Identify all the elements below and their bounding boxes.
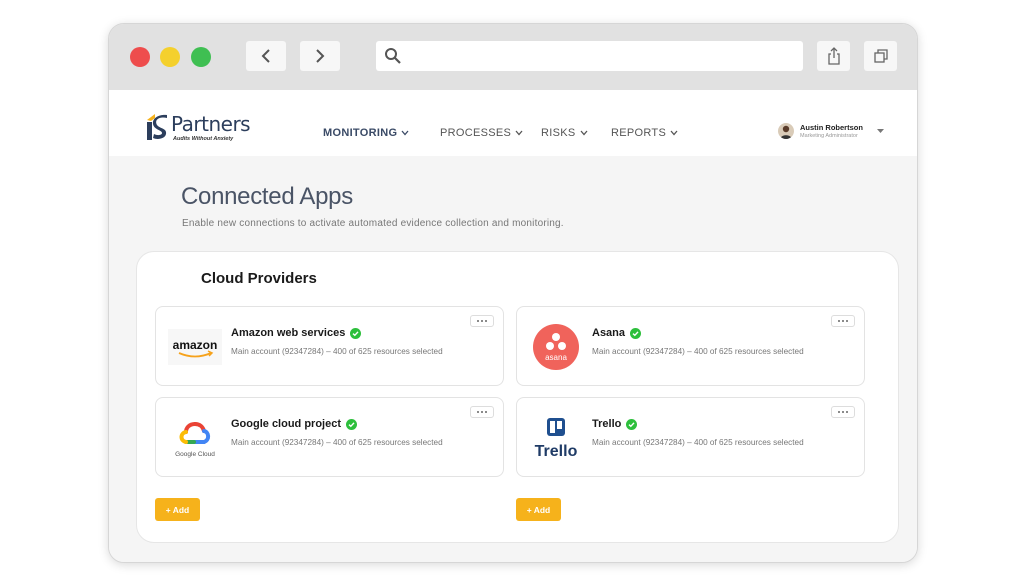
user-menu[interactable]: Austin Robertson Marketing Administrator <box>778 120 888 144</box>
google-cloud-logo-text: Google Cloud <box>175 451 215 458</box>
chevron-down-icon <box>580 130 588 136</box>
menu-reports[interactable]: REPORTS <box>611 127 678 139</box>
logo-mark-icon <box>147 114 167 140</box>
google-cloud-logo: Google Cloud <box>168 416 222 460</box>
integration-card-amazon[interactable]: amazon Amazon web services Main account … <box>155 306 504 386</box>
menu-label: RISKS <box>541 127 576 139</box>
more-options-button[interactable] <box>470 315 494 327</box>
integration-card-asana[interactable]: asana Asana Main account (92347284) – 40… <box>516 306 865 386</box>
menu-label: REPORTS <box>611 127 667 139</box>
check-circle-icon <box>350 327 362 339</box>
chevron-left-icon <box>261 49 270 63</box>
card-title-text: Trello <box>592 418 622 430</box>
chevron-down-icon <box>670 130 678 136</box>
logo-text: Partners <box>171 112 251 136</box>
caret-down-icon <box>877 129 884 133</box>
add-button-left[interactable]: + Add <box>155 498 200 521</box>
forward-button[interactable] <box>300 41 340 71</box>
logo-tagline: Audits Without Anxiety <box>173 136 234 142</box>
card-title: Amazon web services <box>231 327 362 339</box>
integration-card-trello[interactable]: Trello Trello Main account (92347284) – … <box>516 397 865 477</box>
card-description: Main account (92347284) – 400 of 625 res… <box>592 347 804 356</box>
trello-logo-text: Trello <box>535 443 578 460</box>
more-options-button[interactable] <box>470 406 494 418</box>
tabs-button[interactable] <box>864 41 897 71</box>
tabs-icon <box>873 49 888 63</box>
share-button[interactable] <box>817 41 850 71</box>
menu-label: MONITORING <box>323 127 398 139</box>
chevron-down-icon <box>515 130 523 136</box>
card-title: Asana <box>592 327 642 339</box>
more-options-button[interactable] <box>831 315 855 327</box>
menu-label: PROCESSES <box>440 127 512 139</box>
card-description: Main account (92347284) – 400 of 625 res… <box>231 438 443 447</box>
card-description: Main account (92347284) – 400 of 625 res… <box>592 438 804 447</box>
minimize-window-button[interactable] <box>160 47 180 67</box>
check-circle-icon <box>346 418 358 430</box>
card-title: Google cloud project <box>231 418 358 430</box>
amazon-logo-text: amazon <box>173 338 218 352</box>
address-bar[interactable] <box>376 41 803 71</box>
integration-card-google-cloud[interactable]: Google Cloud Google cloud project Main a… <box>155 397 504 477</box>
main-content: Connected Apps Enable new connections to… <box>109 156 917 562</box>
check-circle-icon <box>626 418 638 430</box>
app-header: Partners Audits Without Anxiety MONITORI… <box>109 90 917 156</box>
card-description: Main account (92347284) – 400 of 625 res… <box>231 347 443 356</box>
asana-logo: asana <box>529 324 583 370</box>
menu-processes[interactable]: PROCESSES <box>440 127 523 139</box>
company-logo[interactable]: Partners Audits Without Anxiety <box>145 112 255 148</box>
search-icon <box>385 48 401 64</box>
user-role: Marketing Administrator <box>800 133 858 139</box>
asana-logo-text: asana <box>545 353 567 362</box>
card-title: Trello <box>592 418 638 430</box>
maximize-window-button[interactable] <box>191 47 211 67</box>
avatar <box>778 123 794 139</box>
amazon-logo: amazon <box>168 325 222 369</box>
trello-logo: Trello <box>529 416 583 460</box>
user-name: Austin Robertson <box>800 123 863 132</box>
back-button[interactable] <box>246 41 286 71</box>
card-title-text: Amazon web services <box>231 327 346 339</box>
share-icon <box>827 47 840 65</box>
card-title-text: Asana <box>592 327 626 339</box>
chevron-right-icon <box>316 49 325 63</box>
panel-title: Cloud Providers <box>201 270 317 287</box>
card-title-text: Google cloud project <box>231 418 342 430</box>
close-window-button[interactable] <box>130 47 150 67</box>
browser-chrome <box>109 24 917 90</box>
page-subtitle: Enable new connections to activate autom… <box>182 218 564 229</box>
page-title: Connected Apps <box>181 183 353 210</box>
menu-monitoring[interactable]: MONITORING <box>323 127 409 139</box>
add-button-right[interactable]: + Add <box>516 498 561 521</box>
more-options-button[interactable] <box>831 406 855 418</box>
menu-risks[interactable]: RISKS <box>541 127 588 139</box>
chevron-down-icon <box>401 130 409 136</box>
cloud-providers-panel: Cloud Providers amazon Amazon web servic… <box>136 251 899 543</box>
browser-window: Partners Audits Without Anxiety MONITORI… <box>108 23 918 563</box>
check-circle-icon <box>630 327 642 339</box>
